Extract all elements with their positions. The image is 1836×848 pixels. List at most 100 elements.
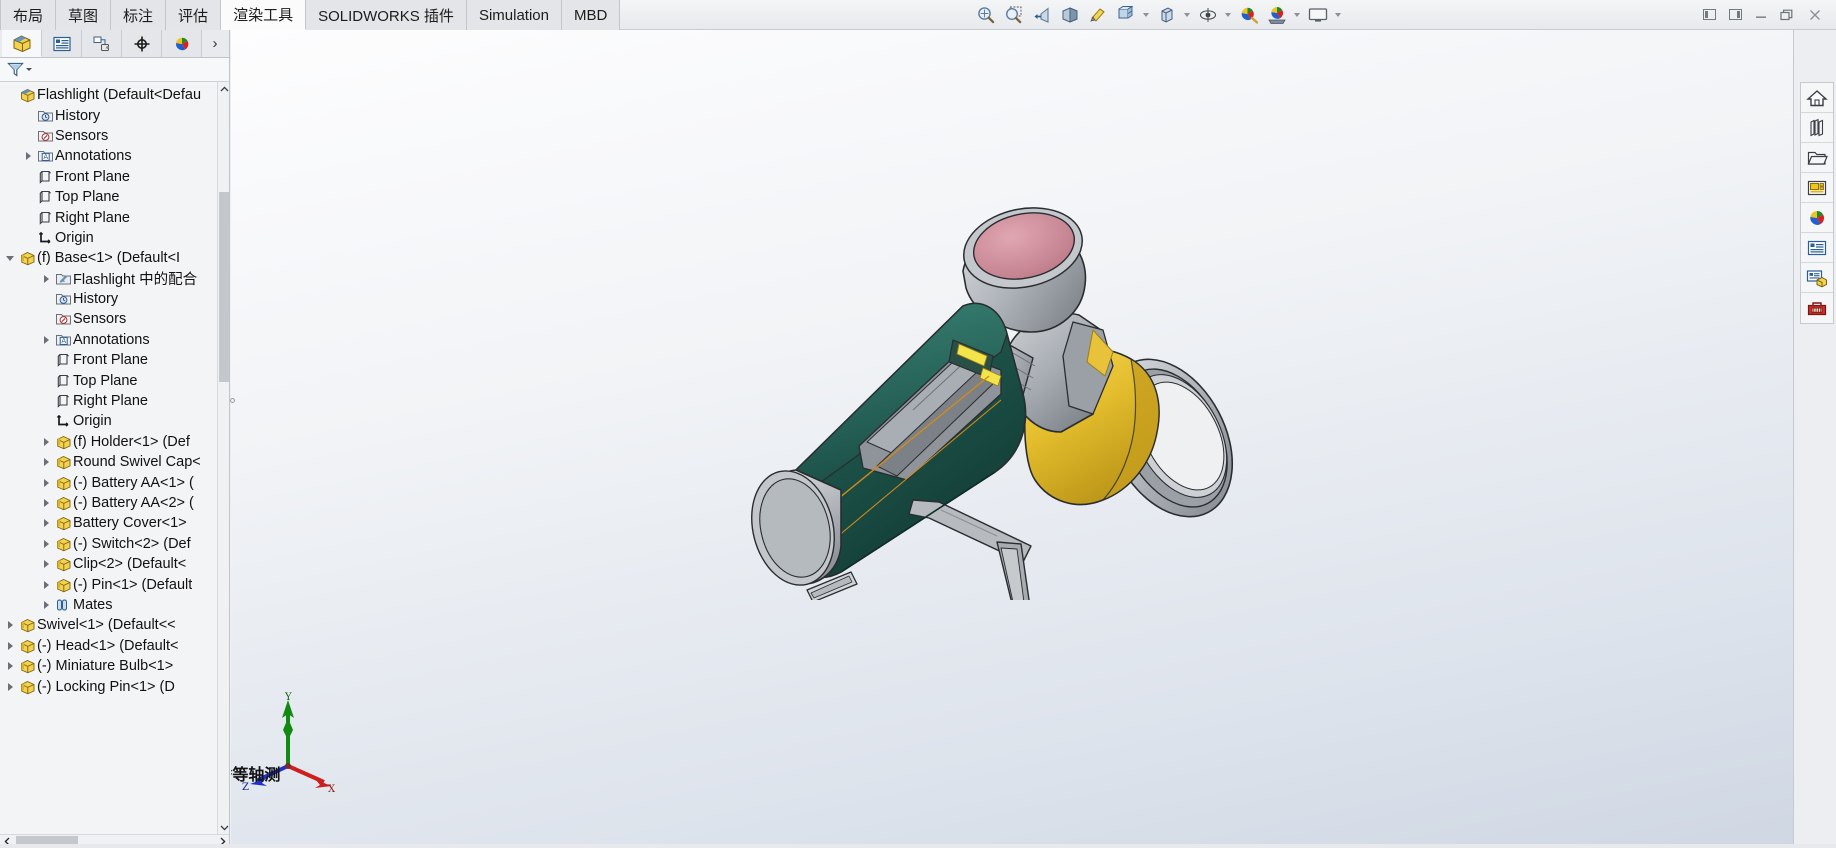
feature-tree-vscroll-thumb[interactable] [219, 192, 229, 382]
display-manager-tab[interactable] [162, 30, 202, 57]
feature-tree-item[interactable]: (f) Holder<1> (Def [0, 432, 229, 452]
tab-solidworks-addins[interactable]: SOLIDWORKS 插件 [306, 0, 467, 30]
display-pane-icon[interactable] [1305, 3, 1331, 27]
feature-tree[interactable]: Flashlight (Default<Defau History Sensors A… [0, 82, 229, 834]
tab-render-tools[interactable]: 渲染工具 [221, 0, 307, 30]
tree-expand-arrow-icon[interactable] [2, 662, 18, 671]
tree-expand-arrow-icon[interactable] [38, 335, 54, 344]
tree-expand-arrow-icon[interactable] [2, 641, 18, 650]
feature-tree-item[interactable]: Battery Cover<1> [0, 513, 229, 533]
minimize-icon[interactable] [1748, 1, 1774, 29]
feature-tree-item[interactable]: (-) Miniature Bulb<1> [0, 656, 229, 676]
feature-tree-item[interactable]: Origin [0, 228, 229, 248]
feature-tree-item[interactable]: Top Plane [0, 187, 229, 207]
graphics-viewport[interactable]: Y X Z *等轴测 [231, 30, 1793, 848]
appearances-scenes-icon[interactable] [1801, 203, 1833, 233]
configuration-manager-tab[interactable] [82, 30, 122, 57]
tree-expand-arrow-icon[interactable] [20, 152, 36, 161]
feature-tree-item[interactable]: Right Plane [0, 391, 229, 411]
hide-show-items-caret-icon[interactable] [1182, 3, 1193, 27]
feature-tree-item[interactable]: Clip<2> (Default< [0, 554, 229, 574]
restore-left-icon[interactable] [1696, 1, 1722, 29]
tree-expand-arrow-icon[interactable] [2, 255, 18, 261]
feature-tree-item[interactable]: History [0, 105, 229, 125]
feature-tree-item[interactable]: Flashlight 中的配合 [0, 269, 229, 289]
tree-expand-arrow-icon[interactable] [38, 458, 54, 467]
feature-tree-item[interactable]: Top Plane [0, 370, 229, 390]
feature-tree-item[interactable]: Swivel<1> (Default<< [0, 615, 229, 635]
feature-tree-vscrollbar[interactable] [217, 82, 229, 834]
close-icon[interactable] [1800, 1, 1830, 29]
feature-tree-item[interactable]: (-) Pin<1> (Default [0, 574, 229, 594]
feature-tree-scroll-down-icon[interactable] [218, 820, 229, 834]
display-style-icon[interactable] [1113, 3, 1139, 27]
flashlight-model[interactable] [701, 170, 1321, 617]
view-orientation-icon[interactable] [1085, 3, 1111, 27]
solidworks-resources-icon[interactable] [1801, 83, 1833, 113]
tree-expand-arrow-icon[interactable] [38, 580, 54, 589]
property-manager-tab[interactable] [42, 30, 82, 57]
restore-window-icon[interactable] [1774, 1, 1800, 29]
tree-expand-arrow-icon[interactable] [2, 682, 18, 691]
view-settings-eye-icon[interactable] [1195, 3, 1221, 27]
feature-tree-item[interactable]: (-) Battery AA<2> ( [0, 493, 229, 513]
view-palette-icon[interactable] [1801, 173, 1833, 203]
feature-tree-item[interactable]: (f) Base<1> (Default<I [0, 248, 229, 268]
apply-scene-caret-icon[interactable] [1292, 3, 1303, 27]
file-explorer-icon[interactable] [1801, 143, 1833, 173]
zoom-to-area-icon[interactable] [1001, 3, 1027, 27]
panel-splitter-handle[interactable] [228, 380, 237, 420]
dimxpert-manager-tab[interactable] [122, 30, 162, 57]
tree-expand-arrow-icon[interactable] [38, 478, 54, 487]
feature-tree-item[interactable]: (-) Battery AA<1> ( [0, 472, 229, 492]
tree-expand-arrow-icon[interactable] [38, 499, 54, 507]
tab-markup[interactable]: 标注 [111, 0, 167, 30]
feature-tree-item[interactable]: Flashlight (Default<Defau [0, 85, 229, 105]
previous-view-icon[interactable] [1029, 3, 1055, 27]
tab-layout[interactable]: 布局 [0, 0, 57, 30]
solidworks-forum-icon[interactable] [1801, 263, 1833, 293]
tree-expand-arrow-icon[interactable] [38, 560, 54, 569]
tab-simulation[interactable]: Simulation [466, 0, 562, 30]
feature-tree-item[interactable]: Sensors [0, 126, 229, 146]
tree-expand-arrow-icon[interactable] [38, 519, 54, 528]
feature-tree-item[interactable]: History [0, 289, 229, 309]
display-style-caret-icon[interactable] [1141, 3, 1152, 27]
feature-tree-tab[interactable] [2, 30, 42, 57]
feature-tree-item[interactable]: (-) Switch<2> (Def [0, 534, 229, 554]
section-view-icon[interactable] [1057, 3, 1083, 27]
feature-manager-more-button[interactable]: › [204, 30, 226, 57]
feature-tree-item[interactable]: Right Plane [0, 207, 229, 227]
feature-tree-item[interactable]: Front Plane [0, 350, 229, 370]
feature-tree-item[interactable]: Sensors [0, 309, 229, 329]
view-settings-caret-icon[interactable] [1223, 3, 1234, 27]
hide-show-items-icon[interactable] [1154, 3, 1180, 27]
toolbox-icon[interactable] [1801, 293, 1833, 323]
feature-tree-item[interactable]: Mates [0, 595, 229, 615]
tree-expand-arrow-icon[interactable] [38, 437, 54, 446]
tree-expand-arrow-icon[interactable] [38, 539, 54, 548]
feature-tree-item[interactable]: Round Swivel Cap< [0, 452, 229, 472]
feature-tree-scroll-up-icon[interactable] [218, 82, 229, 96]
tree-expand-arrow-icon[interactable] [38, 274, 54, 283]
custom-properties-icon[interactable] [1801, 233, 1833, 263]
design-library-icon[interactable] [1801, 113, 1833, 143]
feature-tree-item[interactable]: (-) Locking Pin<1> (D [0, 676, 229, 696]
tab-evaluate[interactable]: 评估 [166, 0, 222, 30]
tab-sketch[interactable]: 草图 [56, 0, 112, 30]
filter-caret-icon[interactable] [26, 68, 32, 71]
apply-scene-icon[interactable] [1264, 3, 1290, 27]
feature-tree-item[interactable]: A Annotations [0, 330, 229, 350]
zoom-to-fit-icon[interactable] [973, 3, 999, 27]
tab-mbd[interactable]: MBD [561, 0, 621, 30]
edit-appearance-icon[interactable] [1236, 3, 1262, 27]
feature-tree-item[interactable]: (-) Head<1> (Default< [0, 636, 229, 656]
display-pane-caret-icon[interactable] [1333, 3, 1344, 27]
feature-tree-item[interactable]: Origin [0, 411, 229, 431]
restore-right-icon[interactable] [1722, 1, 1748, 29]
tree-expand-arrow-icon[interactable] [2, 621, 18, 630]
feature-tree-item[interactable]: Front Plane [0, 167, 229, 187]
feature-tree-filter[interactable] [0, 58, 229, 82]
feature-tree-item[interactable]: A Annotations [0, 146, 229, 166]
tree-expand-arrow-icon[interactable] [38, 600, 54, 609]
